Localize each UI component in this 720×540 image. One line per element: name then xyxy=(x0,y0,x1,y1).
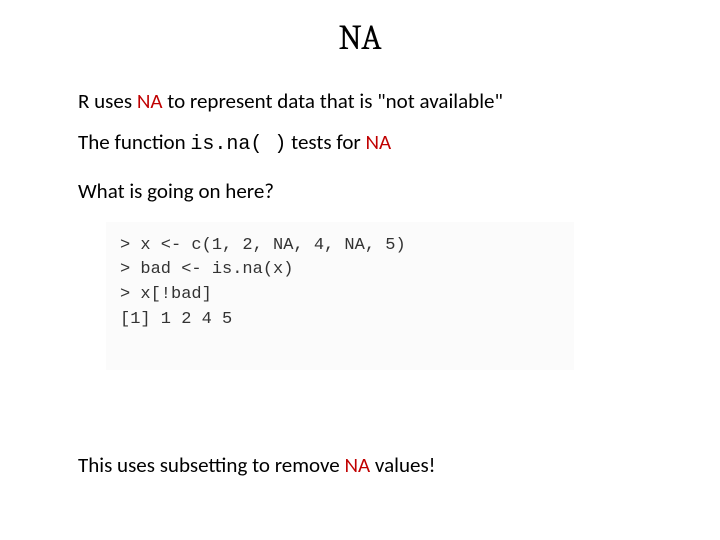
text-segment: This uses subsetting to remove xyxy=(78,452,344,478)
intro-line-1: R uses NA to represent data that is "not… xyxy=(78,88,653,115)
na-keyword: NA xyxy=(137,88,163,114)
na-keyword: NA xyxy=(365,129,391,155)
text-segment: values! xyxy=(370,452,435,478)
text-segment: to represent data that is "not available… xyxy=(163,88,503,114)
code-line: > x[!bad] xyxy=(120,283,560,308)
slide: NA R uses NA to represent data that is "… xyxy=(0,0,720,540)
text-segment: tests for xyxy=(286,129,365,155)
code-line: [1] 1 2 4 5 xyxy=(120,308,560,333)
question-line: What is going on here? xyxy=(78,178,653,205)
text-segment: The function xyxy=(78,129,190,155)
slide-title: NA xyxy=(0,18,720,58)
code-block: > x <- c(1, 2, NA, 4, NA, 5) > bad <- is… xyxy=(106,222,574,371)
inline-code: is.na( ) xyxy=(190,133,286,156)
text-segment: R uses xyxy=(78,88,137,114)
conclusion-line: This uses subsetting to remove NA values… xyxy=(78,452,436,478)
code-line: > x <- c(1, 2, NA, 4, NA, 5) xyxy=(120,234,560,259)
code-line: > bad <- is.na(x) xyxy=(120,258,560,283)
slide-body: R uses NA to represent data that is "not… xyxy=(78,88,653,370)
intro-line-2: The function is.na( ) tests for NA xyxy=(78,129,653,158)
na-keyword: NA xyxy=(344,452,370,478)
